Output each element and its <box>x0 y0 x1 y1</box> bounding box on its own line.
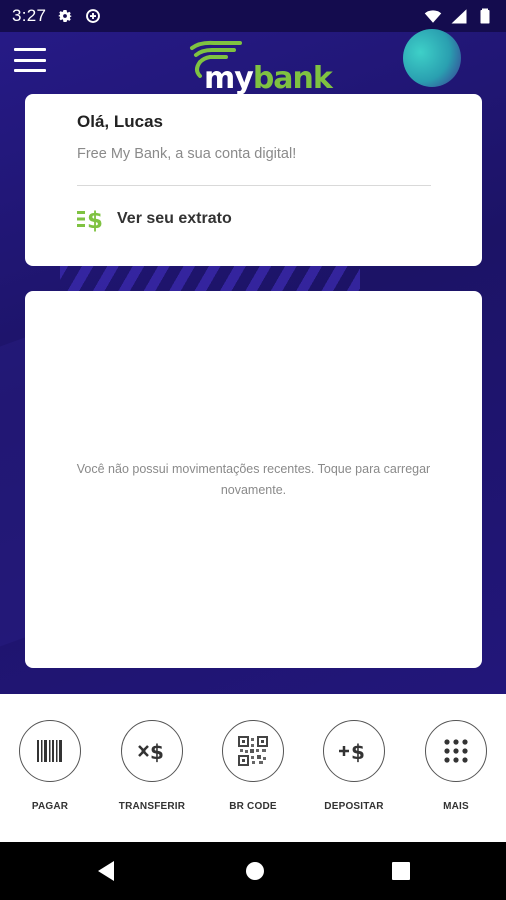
pay-label: PAGAR <box>31 801 69 812</box>
mybank-logo: mybank <box>186 40 333 94</box>
gear-icon <box>58 10 73 22</box>
recent-movements-card[interactable]: Você não possui movimentações recentes. … <box>25 291 482 668</box>
br-code-label: BR CODE <box>229 801 277 812</box>
deposit-button[interactable]: $ DEPOSITAR <box>304 720 404 812</box>
signal-icon <box>451 9 467 24</box>
data-saver-icon <box>86 9 101 23</box>
pay-button[interactable]: PAGAR <box>0 720 100 812</box>
transfer-label: TRANSFERIR <box>118 801 186 812</box>
transfer-dollar-icon: $ <box>138 740 164 764</box>
greeting-subtitle: Free My Bank, a sua conta digital! <box>77 146 297 162</box>
logo-wing-icon <box>190 40 242 78</box>
deposit-circle: $ <box>323 720 385 782</box>
svg-text:$: $ <box>150 740 164 764</box>
view-statement-label: Ver seu extrato <box>117 210 232 227</box>
greeting-card: Olá, Lucas Free My Bank, a sua conta dig… <box>25 94 482 266</box>
more-button[interactable]: MAIS <box>406 720 506 812</box>
navigation-bar <box>0 842 506 900</box>
avatar[interactable] <box>403 29 461 87</box>
barcode-icon <box>37 740 62 762</box>
svg-text:$: $ <box>351 740 365 764</box>
status-bar: 3:27 <box>0 0 506 32</box>
battery-icon <box>480 8 490 24</box>
grid-dots-icon <box>444 739 468 763</box>
empty-movements-message: Você não possui movimentações recentes. … <box>76 461 431 497</box>
more-circle <box>425 720 487 782</box>
back-icon[interactable] <box>94 859 118 883</box>
svg-text:$: $ <box>87 208 103 232</box>
pay-circle <box>19 720 81 782</box>
transfer-button[interactable]: $ TRANSFERIR <box>102 720 202 812</box>
wifi-icon <box>424 10 442 23</box>
deposit-dollar-icon: $ <box>339 740 365 764</box>
qr-code-icon <box>238 736 268 766</box>
deposit-label: DEPOSITAR <box>324 801 384 812</box>
view-statement-link[interactable]: $ Ver seu extrato <box>77 206 232 232</box>
action-bar: PAGAR $ TRANSFERIR BR CODE $ DEPOSITAR M… <box>0 694 506 842</box>
transfer-circle: $ <box>121 720 183 782</box>
br-code-circle <box>222 720 284 782</box>
br-code-button[interactable]: BR CODE <box>203 720 303 812</box>
greeting-title: Olá, Lucas <box>77 112 163 131</box>
more-label: MAIS <box>443 801 469 812</box>
recents-icon[interactable] <box>389 859 413 883</box>
status-time: 3:27 <box>12 6 47 25</box>
divider <box>77 185 431 186</box>
statement-dollar-icon: $ <box>77 208 103 232</box>
home-icon[interactable] <box>243 859 267 883</box>
hamburger-menu-icon[interactable] <box>14 48 46 72</box>
